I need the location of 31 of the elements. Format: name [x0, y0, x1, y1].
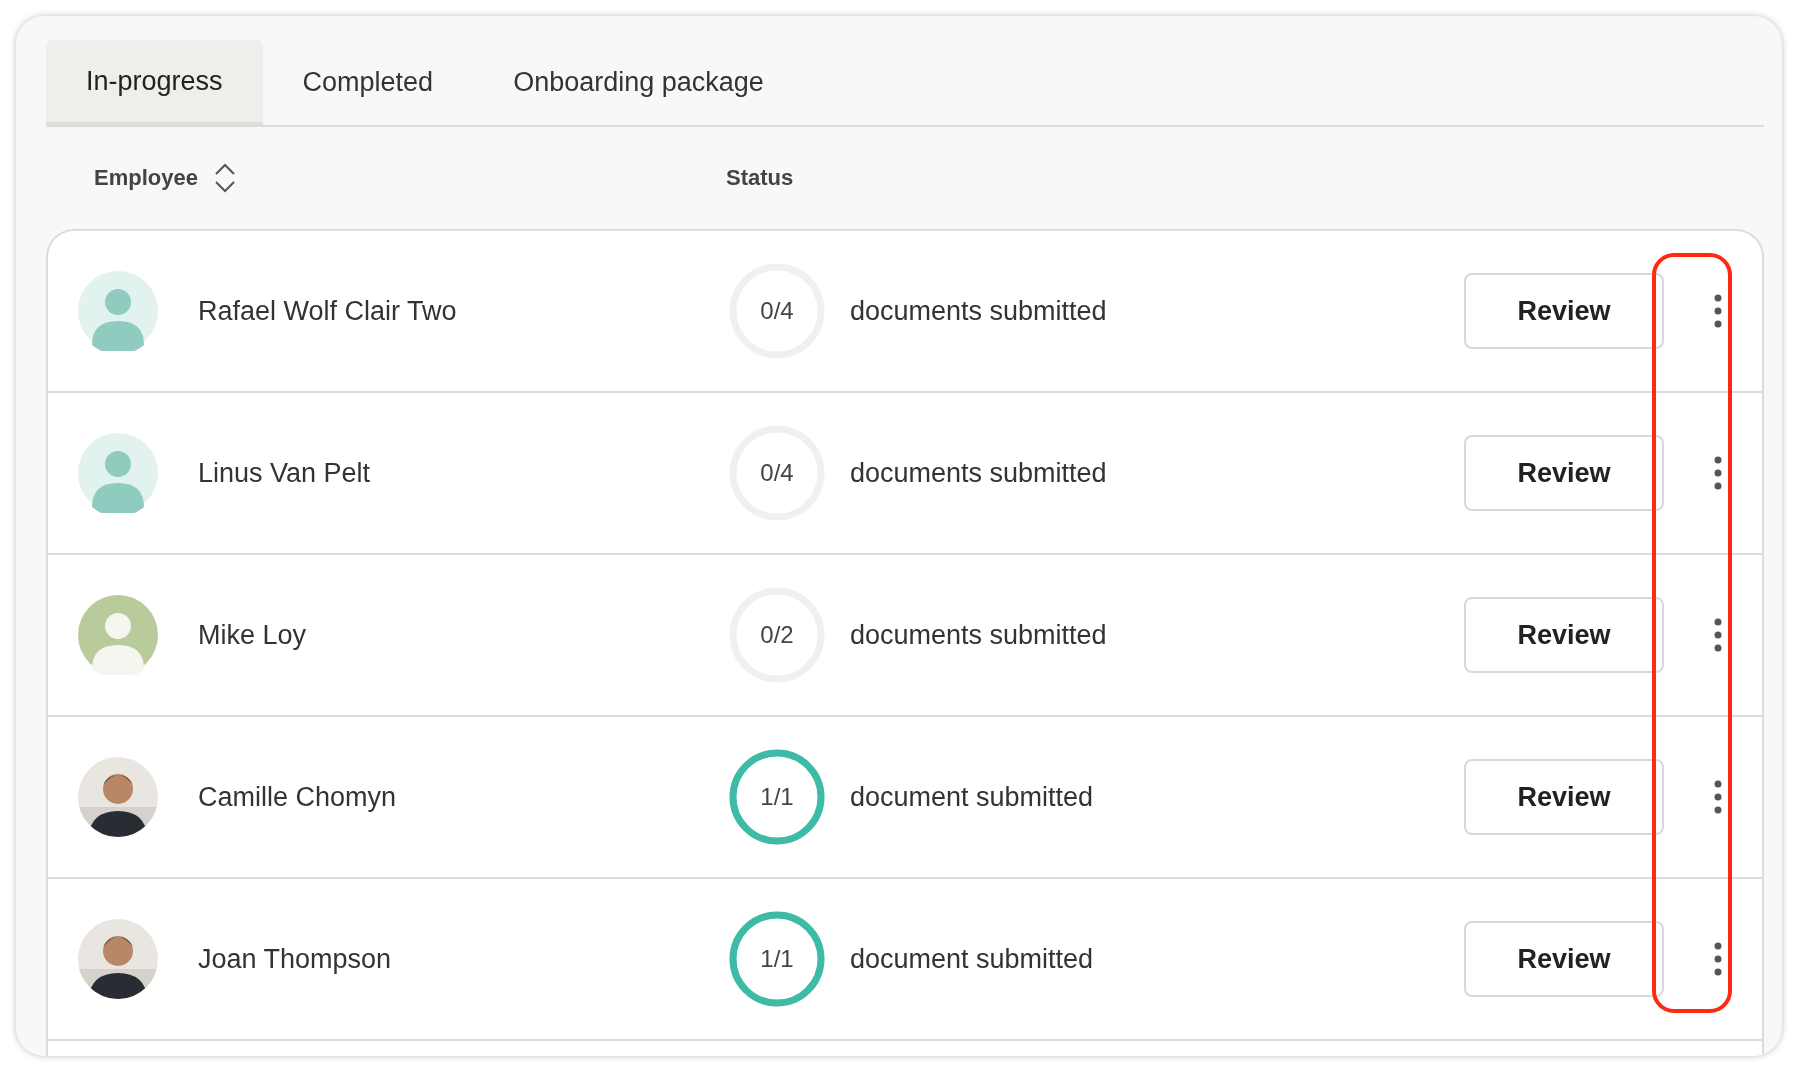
employee-name: Linus Van Pelt [198, 457, 371, 489]
document-count: 0/2 [760, 621, 794, 649]
document-count: 1/1 [760, 945, 794, 973]
tab[interactable]: Onboarding package [473, 40, 804, 125]
more-icon[interactable] [1714, 456, 1722, 490]
tab[interactable]: Completed [262, 40, 474, 125]
review-button[interactable]: Review [1464, 759, 1664, 835]
status-text: documents submitted [850, 619, 1108, 651]
status-text: document submitted [850, 781, 1095, 813]
tab[interactable]: In-progress [46, 40, 263, 125]
more-icon[interactable] [1714, 780, 1722, 814]
review-button[interactable]: Review [1464, 921, 1664, 997]
more-icon[interactable] [1714, 942, 1722, 976]
review-button[interactable]: Review [1464, 273, 1664, 349]
employee-name: Rafael Wolf Clair Two [198, 295, 457, 327]
employee-name: Mike Loy [198, 619, 307, 651]
employee-name: Joan Thompson [198, 943, 392, 975]
status-text: document submitted [850, 943, 1095, 975]
status-text: documents submitted [850, 295, 1108, 327]
document-count: 1/1 [760, 783, 794, 811]
sort-icon[interactable] [213, 162, 236, 194]
employee-name: Camille Chomyn [198, 781, 397, 813]
review-button[interactable]: Review [1464, 435, 1664, 511]
column-header: Employee [94, 165, 198, 191]
document-count: 0/4 [760, 459, 794, 487]
document-count: 0/4 [760, 297, 794, 325]
more-icon[interactable] [1714, 294, 1722, 328]
column-header: Status [726, 165, 794, 191]
status-text: documents submitted [850, 457, 1108, 489]
more-icon[interactable] [1714, 618, 1722, 652]
review-button[interactable]: Review [1464, 597, 1664, 673]
